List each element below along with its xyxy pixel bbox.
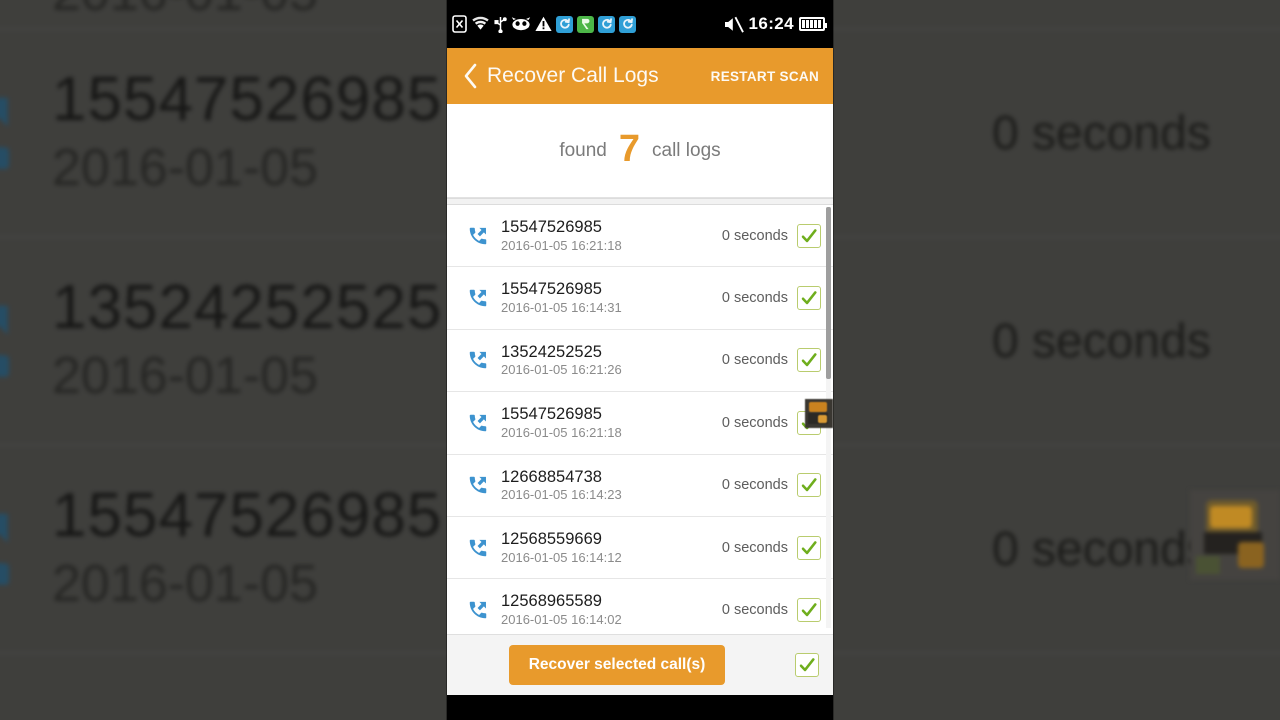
table-row[interactable]: 15547526985 2016-01-05 16:21:18 0 second… [447, 392, 833, 455]
row-checkbox[interactable] [797, 598, 821, 623]
battery-full-icon [799, 17, 827, 31]
outgoing-call-icon [459, 599, 497, 621]
back-button[interactable] [457, 61, 483, 91]
list-scrollbar-thumb[interactable] [826, 207, 831, 379]
call-timestamp: 2016-01-05 16:21:18 [501, 424, 622, 440]
app-sync-blue-icon [556, 15, 573, 33]
watermark-thumbnail-large [1190, 490, 1280, 580]
wifi-icon [471, 16, 490, 32]
call-timestamp: 2016-01-05 16:14:12 [501, 549, 622, 565]
phone-screen: 16:24 Recover Call Logs RESTART SCAN fou… [447, 0, 833, 720]
watermark-thumbnail-small [805, 399, 833, 428]
call-log-list-container[interactable]: 15547526985 2016-01-05 16:21:18 0 second… [447, 205, 833, 630]
app-bar: Recover Call Logs RESTART SCAN [447, 48, 833, 104]
outgoing-call-icon [459, 349, 497, 371]
table-row[interactable]: 12568559669 2016-01-05 16:14:12 0 second… [447, 516, 833, 580]
row-checkbox[interactable] [797, 286, 821, 311]
call-duration: 0 seconds [721, 602, 788, 619]
row-checkbox[interactable] [797, 473, 821, 498]
outgoing-call-icon [459, 474, 497, 496]
found-summary: found 7 call logs [447, 104, 833, 198]
found-count: 7 [618, 127, 641, 170]
app-sync-blue3-icon [619, 15, 636, 33]
outgoing-call-icon [459, 225, 497, 247]
phone-navigation-bar [447, 695, 833, 720]
found-prefix-label: found [559, 139, 607, 161]
call-timestamp: 2016-01-05 16:21:26 [501, 362, 622, 378]
table-row[interactable]: 12568965589 2016-01-05 16:14:02 0 second… [447, 579, 833, 630]
call-number: 15547526985 [501, 217, 602, 236]
select-all-checkbox[interactable] [795, 653, 819, 677]
call-duration: 0 seconds [721, 539, 788, 556]
catlog-icon [511, 17, 531, 31]
call-number: 12568965589 [501, 592, 602, 611]
mute-icon [724, 16, 744, 33]
panel-divider [447, 198, 833, 205]
app-sync-blue2-icon [598, 15, 615, 33]
table-row[interactable]: 15547526985 2016-01-05 16:14:31 0 second… [447, 267, 833, 330]
call-duration: 0 seconds [721, 477, 788, 494]
call-number: 15547526985 [501, 280, 602, 299]
warning-icon [535, 16, 552, 32]
call-duration: 0 seconds [721, 414, 788, 431]
call-number: 12568559669 [501, 529, 602, 548]
outgoing-call-icon [459, 287, 497, 309]
row-checkbox[interactable] [797, 535, 821, 560]
call-timestamp: 2016-01-05 16:21:18 [501, 237, 622, 253]
status-bar-clock: 16:24 [748, 14, 794, 33]
usb-icon [494, 15, 507, 33]
recover-selected-button[interactable]: Recover selected call(s) [508, 645, 726, 685]
row-checkbox[interactable] [797, 223, 821, 248]
call-duration: 0 seconds [721, 352, 788, 369]
page-title: Recover Call Logs [487, 64, 659, 87]
call-number: 15547526985 [501, 405, 602, 424]
outgoing-call-icon [459, 537, 497, 559]
status-bar-left-icons [452, 15, 724, 33]
call-timestamp: 2016-01-05 16:14:02 [501, 611, 622, 627]
status-bar: 16:24 [447, 0, 833, 48]
call-timestamp: 2016-01-05 16:14:23 [501, 487, 622, 503]
call-number: 12668854738 [501, 467, 602, 486]
app-green-icon [577, 15, 594, 33]
found-suffix-label: call logs [652, 139, 721, 161]
screen-root: 2016-01-05 15547526985 2016-01-05 0 seco… [0, 0, 1280, 720]
status-bar-right: 16:24 [724, 14, 827, 34]
outgoing-call-icon [459, 412, 497, 434]
table-row[interactable]: 13524252525 2016-01-05 16:21:26 0 second… [447, 329, 833, 393]
call-duration: 0 seconds [721, 290, 788, 307]
call-log-list: 15547526985 2016-01-05 16:21:18 0 second… [447, 205, 833, 630]
table-row[interactable]: 12668854738 2016-01-05 16:14:23 0 second… [447, 454, 833, 517]
sim-missing-icon [452, 15, 467, 33]
table-row[interactable]: 15547526985 2016-01-05 16:21:18 0 second… [447, 205, 833, 268]
bottom-action-bar: Recover selected call(s) [447, 634, 833, 695]
call-timestamp: 2016-01-05 16:14:31 [501, 299, 622, 315]
call-number: 13524252525 [501, 342, 602, 361]
restart-scan-button[interactable]: RESTART SCAN [711, 69, 819, 84]
call-duration: 0 seconds [721, 227, 788, 244]
row-checkbox[interactable] [797, 348, 821, 373]
